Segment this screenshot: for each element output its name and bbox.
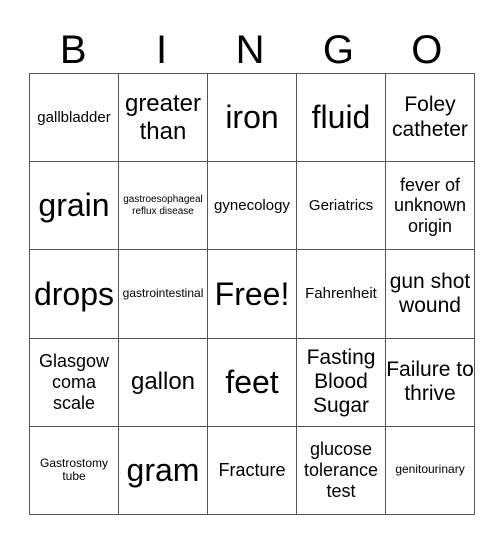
bingo-cell[interactable]: grain [29, 161, 119, 251]
bingo-cell[interactable]: Fracture [207, 425, 297, 516]
bingo-row: grain gastroesophageal reflux disease gyne… [29, 161, 475, 251]
bingo-cell[interactable]: Gastrostomy tube [29, 425, 119, 516]
bingo-cell[interactable]: gynecology [207, 161, 297, 251]
bingo-cell[interactable]: drops [29, 249, 119, 339]
bingo-row: drops gastrointestinal Free! Fahrenheit gun … [29, 249, 475, 339]
bingo-cell[interactable]: iron [207, 72, 297, 163]
bingo-cell[interactable]: gallbladder [29, 72, 119, 163]
bingo-cell[interactable]: Fasting Blood Sugar [296, 337, 386, 427]
bingo-cell[interactable]: feet [207, 337, 297, 427]
free-space-cell[interactable]: Free! [207, 249, 297, 339]
bingo-cell[interactable]: fluid [296, 72, 386, 163]
bingo-card: gallbladder greater than iron fluid Foley ca… [29, 72, 475, 516]
bingo-cell[interactable]: gastrointestinal [118, 249, 208, 339]
bingo-cell[interactable]: gallon [118, 337, 208, 427]
bingo-cell[interactable]: gram [118, 425, 208, 516]
bingo-cell[interactable]: Foley catheter [385, 72, 475, 163]
header-letter-g: G [322, 28, 354, 72]
bingo-cell[interactable]: gastroesophageal reflux disease [118, 161, 208, 251]
bingo-cell[interactable]: glucose tolerance test [296, 425, 386, 516]
bingo-cell[interactable]: Glasgow coma scale [29, 337, 119, 427]
bingo-row: Glasgow coma scale gallon feet Fasting Bloo… [29, 337, 475, 427]
bingo-cell[interactable]: Geriatrics [296, 161, 386, 251]
bingo-cell[interactable]: genitourinary [385, 425, 475, 516]
header-letter-n: N [235, 28, 265, 72]
bingo-cell[interactable]: Failure to thrive [385, 337, 475, 427]
header-letter-b: B [59, 28, 87, 72]
bingo-cell[interactable]: gun shot wound [385, 249, 475, 339]
header-letter-i: I [156, 28, 168, 72]
header-letter-o: O [411, 28, 443, 72]
bingo-header: B I N G O [29, 28, 471, 73]
bingo-cell[interactable]: fever of unknown origin [385, 161, 475, 251]
bingo-cell[interactable]: greater than [118, 72, 208, 163]
bingo-row: Gastrostomy tube gram Fracture glucose tole… [29, 425, 475, 516]
bingo-cell[interactable]: Fahrenheit [296, 249, 386, 339]
bingo-row: gallbladder greater than iron fluid Foley ca… [29, 72, 475, 163]
